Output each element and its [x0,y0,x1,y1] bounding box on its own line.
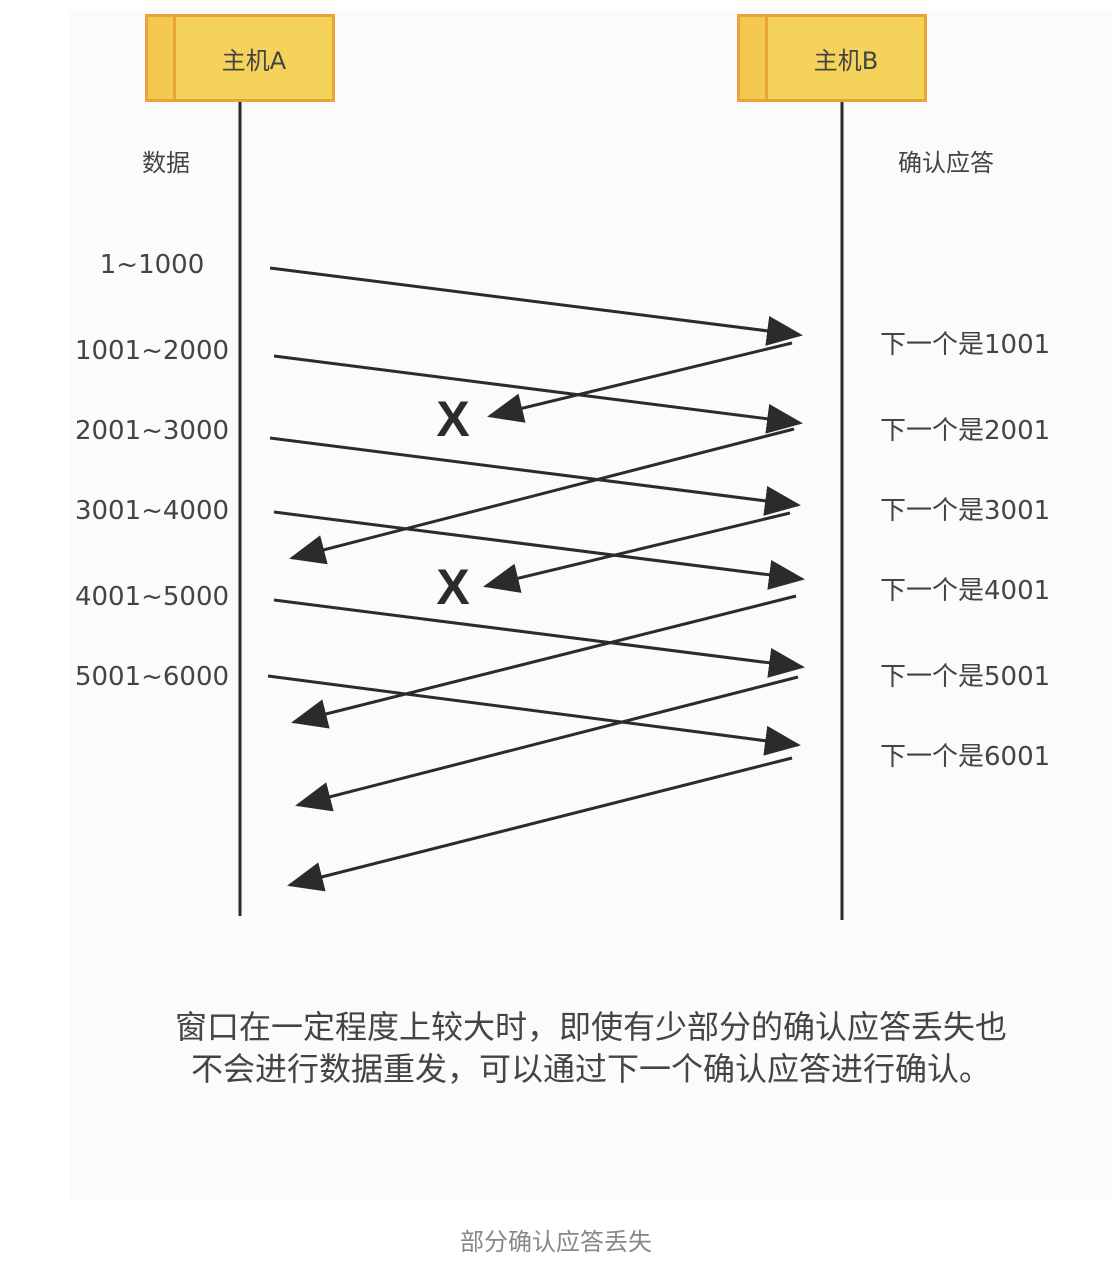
ack-label: 下一个是3001 [880,496,1051,526]
data-arrow-5 [273,598,805,678]
segment-label: 4001~5000 [74,582,230,612]
data-arrow-1 [269,266,803,346]
segment-label: 1001~2000 [74,336,230,366]
ack-label: 下一个是2001 [880,416,1051,446]
lost-mark-2: X [436,559,469,615]
ack-arrow-6 [287,756,793,892]
figure-caption: 部分确认应答丢失 [460,1228,652,1256]
data-arrow-2 [273,354,803,434]
host-b-strip [740,17,768,99]
ack-arrow-4 [291,594,797,729]
ack-label: 下一个是6001 [880,742,1051,772]
data-arrow-4 [273,510,805,590]
data-arrow-6 [267,674,801,756]
lost-mark-1: X [436,391,469,447]
host-b-box: 主机B [737,14,927,102]
ack-label: 下一个是1001 [880,330,1051,360]
ack-label: 下一个是5001 [880,662,1051,692]
ack-arrow-3-lost [483,511,791,593]
ack-arrow-5 [295,675,799,812]
segment-label: 3001~4000 [74,496,230,526]
ack-arrow-1-lost [487,341,793,423]
host-a-strip [148,17,176,99]
segment-label: 2001~3000 [74,416,230,446]
host-a-box: 主机A [145,14,335,102]
segment-label: 1~1000 [99,250,205,280]
host-b-label: 主机B [813,46,879,75]
data-column-title: 数据 [142,149,190,177]
ack-label: 下一个是4001 [880,576,1051,606]
host-a-label: 主机A [221,46,287,75]
ack-column-title: 确认应答 [898,149,994,177]
caption-line-2: 不会进行数据重发，可以通过下一个确认应答进行确认。 [190,1050,991,1088]
caption-line-1: 窗口在一定程度上较大时，即使有少部分的确认应答丢失也 [174,1008,1007,1046]
segment-label: 5001~6000 [74,662,230,692]
